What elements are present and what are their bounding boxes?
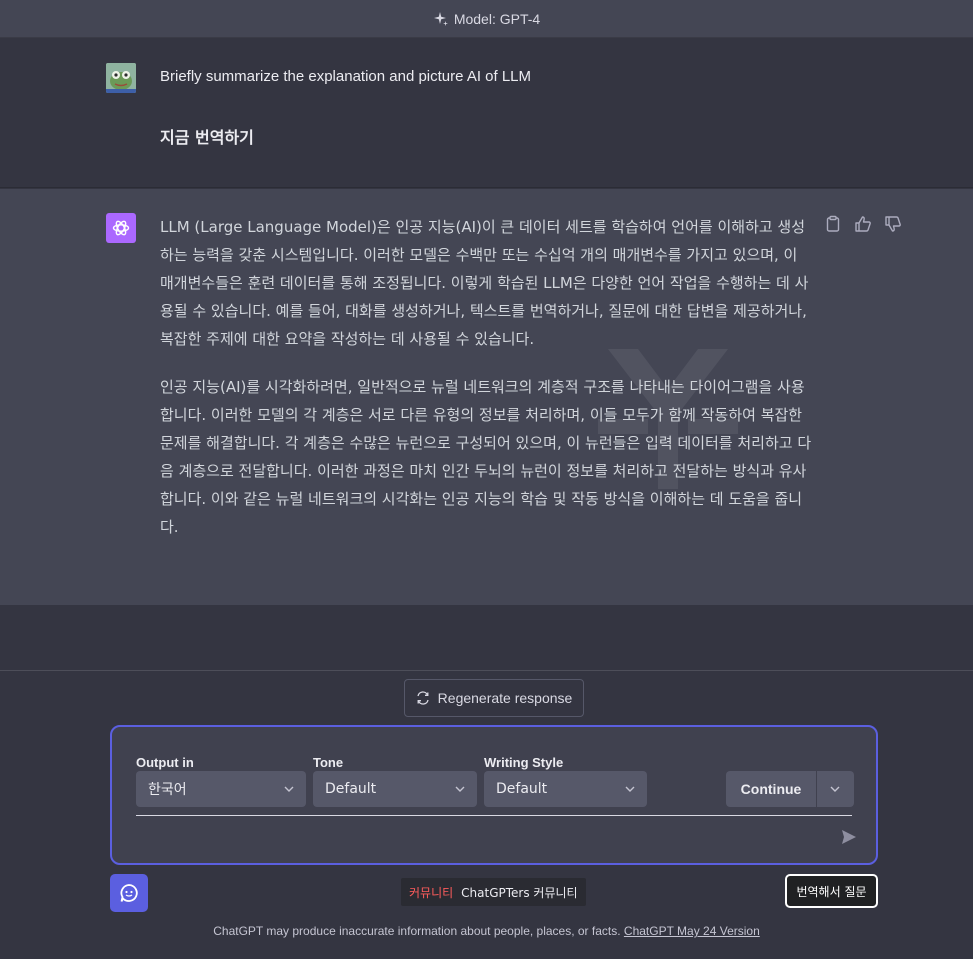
chevron-down-icon [625, 786, 635, 792]
thumbs-up-icon[interactable] [854, 215, 872, 233]
output-in-label: Output in [136, 755, 194, 770]
writing-style-select[interactable]: Default [484, 771, 647, 807]
send-icon[interactable] [840, 828, 858, 846]
prompt-composer: Output in 한국어 Tone Default Writing Style… [110, 725, 878, 865]
regenerate-response-button[interactable]: Regenerate response [404, 679, 584, 717]
assistant-paragraph-2: 인공 지능(AI)를 시각화하려면, 일반적으로 뉴럴 네트워크의 계층적 구조… [160, 378, 812, 536]
tone-value: Default [325, 781, 377, 797]
regenerate-label: Regenerate response [437, 690, 573, 706]
community-label: ChatGPTers 커뮤니티 [461, 885, 578, 900]
message-actions [824, 215, 902, 233]
translate-and-ask-button[interactable]: 번역해서 질문 [785, 874, 878, 908]
thumbs-down-icon[interactable] [884, 215, 902, 233]
footer-text: ChatGPT may produce inaccurate informati… [213, 924, 624, 938]
chevron-down-icon [830, 786, 840, 792]
tone-select[interactable]: Default [313, 771, 477, 807]
chevron-down-icon [455, 786, 465, 792]
top-bar: Model: GPT-4 [0, 0, 973, 38]
writing-style-value: Default [496, 781, 548, 797]
assistant-message-text: LLM (Large Language Model)은 인공 지능(AI)이 큰… [160, 213, 815, 561]
community-link[interactable]: 커뮤니티 ChatGPTers 커뮤니티 [401, 878, 586, 906]
output-language-value: 한국어 [148, 782, 187, 798]
refresh-icon [417, 691, 429, 705]
version-link[interactable]: ChatGPT May 24 Version [624, 924, 760, 938]
model-label: Model: GPT-4 [453, 10, 541, 27]
writing-style-label: Writing Style [484, 755, 564, 770]
user-message-row: Briefly summarize the explanation and pi… [0, 39, 973, 188]
prompt-input[interactable] [136, 815, 852, 816]
chatgpt-logo-icon [106, 213, 136, 243]
translate-now-text: 지금 번역하기 [160, 128, 254, 147]
assistant-message-row: LLM (Large Language Model)은 인공 지능(AI)이 큰… [0, 189, 973, 605]
output-language-select[interactable]: 한국어 [136, 771, 306, 807]
chat-bubble-icon [120, 884, 138, 902]
assistant-paragraph-1: LLM (Large Language Model)은 인공 지능(AI)이 큰… [160, 218, 809, 348]
continue-button[interactable]: Continue [726, 781, 816, 797]
user-avatar [106, 63, 136, 93]
chevron-down-icon [284, 786, 294, 792]
community-label-red: 커뮤니티 [409, 885, 454, 900]
extension-chat-button[interactable] [110, 874, 148, 912]
clipboard-icon[interactable] [824, 215, 842, 233]
continue-options-button[interactable] [817, 782, 853, 796]
continue-button-group: Continue [726, 771, 854, 807]
user-message-text: Briefly summarize the explanation and pi… [160, 68, 532, 85]
sparkle-icon [433, 11, 448, 26]
footer-disclaimer: ChatGPT may produce inaccurate informati… [0, 924, 973, 938]
tone-label: Tone [313, 755, 344, 770]
